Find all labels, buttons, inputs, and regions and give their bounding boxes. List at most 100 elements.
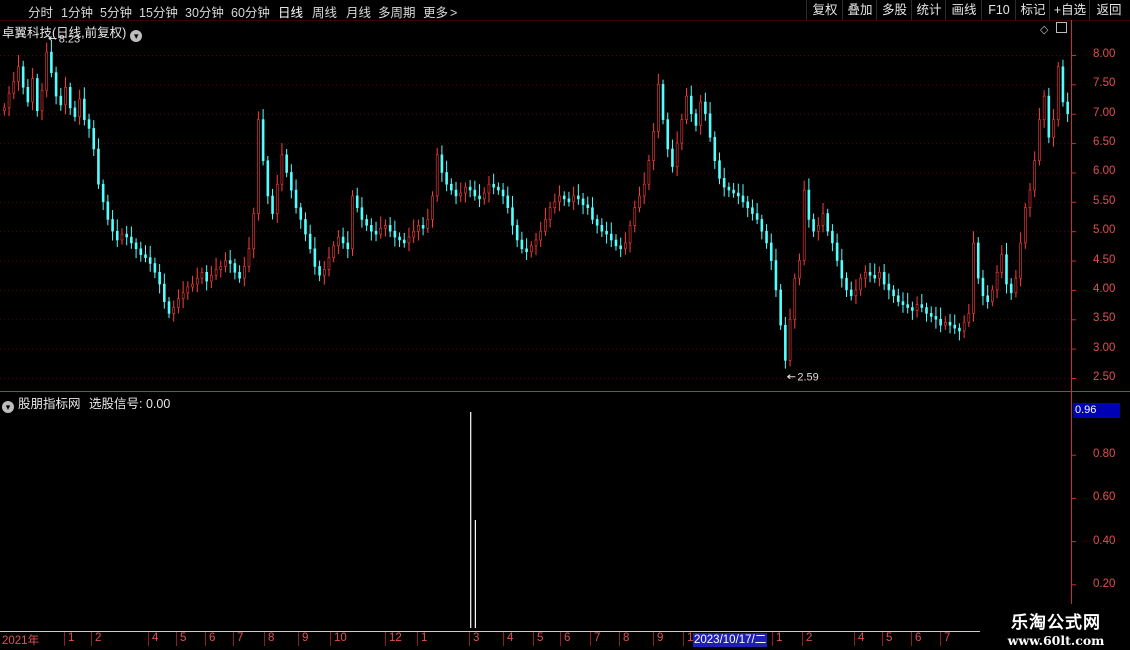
- watermark: 乐淘公式网 www.60lt.com: [982, 604, 1130, 650]
- candle-body: [365, 219, 368, 226]
- candle-body: [111, 219, 114, 232]
- candle-body: [1033, 160, 1037, 191]
- candle-body: [798, 260, 801, 279]
- candle-body: [482, 192, 486, 200]
- candle-body: [1052, 119, 1055, 138]
- candle-body: [1009, 283, 1013, 294]
- candle-body: [431, 195, 434, 220]
- candle-body: [948, 321, 952, 326]
- date-tick: 10: [334, 632, 347, 644]
- candle-body: [440, 154, 444, 173]
- candle-body: [210, 274, 213, 282]
- price-tick-label: 7.50: [1093, 77, 1116, 90]
- date-tick: 2021年: [2, 635, 40, 647]
- candle-body: [191, 283, 194, 288]
- candle-body: [868, 271, 872, 276]
- candle-body: [911, 307, 914, 311]
- date-tick: 7: [944, 632, 951, 644]
- date-separator: [802, 632, 803, 646]
- candle-body: [511, 207, 514, 226]
- candle-body: [562, 195, 566, 200]
- candle-body: [257, 119, 260, 214]
- date-tick: 5: [180, 632, 187, 644]
- date-separator: [619, 632, 620, 646]
- candle-body: [906, 304, 909, 308]
- candle-body: [548, 207, 552, 220]
- candle-body: [525, 248, 528, 253]
- candle-body: [1000, 254, 1004, 273]
- candle-body: [732, 189, 735, 194]
- price-tick-label: 5.50: [1093, 194, 1116, 207]
- candle-body: [40, 89, 44, 112]
- price-tick-label: 4.50: [1093, 253, 1116, 266]
- candle-body: [73, 107, 77, 117]
- candle-body: [784, 324, 787, 361]
- candle-body: [487, 183, 491, 194]
- candle-body: [737, 192, 740, 197]
- candle-body: [1028, 189, 1032, 208]
- candle-body: [181, 292, 185, 300]
- candle-body: [233, 263, 237, 273]
- candle-body: [101, 183, 105, 203]
- candle-body: [459, 192, 463, 197]
- candle-body: [572, 195, 575, 203]
- candle-body: [120, 233, 124, 241]
- candle-body: [492, 183, 495, 188]
- candle-body: [332, 245, 335, 258]
- candle-body: [939, 318, 942, 326]
- date-tick: 6: [915, 632, 922, 644]
- candle-body: [840, 260, 844, 279]
- candle-body: [671, 148, 674, 167]
- candle-body: [87, 119, 91, 129]
- candle-body: [741, 195, 745, 203]
- candle-body: [473, 189, 477, 197]
- candle-body: [539, 230, 543, 241]
- candle-body: [285, 154, 288, 173]
- date-tick: 8: [623, 632, 630, 644]
- candle-body: [163, 283, 166, 302]
- date-separator: [911, 632, 912, 646]
- candle-body: [929, 313, 933, 317]
- candle-body: [12, 81, 16, 94]
- candle-body: [242, 266, 246, 279]
- candle-body: [967, 313, 971, 323]
- candle-body: [746, 201, 750, 208]
- candle-body: [1056, 66, 1060, 120]
- price-tick-label: 8.00: [1093, 48, 1116, 60]
- date-separator: [385, 632, 386, 646]
- candle-body: [577, 195, 580, 200]
- candle-body: [158, 271, 161, 285]
- price-tick-label: 6.00: [1093, 165, 1116, 178]
- candle-body: [370, 225, 373, 232]
- candle-body: [788, 318, 792, 361]
- date-tick: 1: [687, 632, 694, 644]
- date-separator: [205, 632, 206, 646]
- candlestick-chart[interactable]: 8.23 2.59: [0, 0, 1130, 392]
- candle-body: [167, 301, 171, 314]
- candle-body: [7, 92, 11, 109]
- date-separator: [330, 632, 331, 646]
- candle-body: [195, 277, 199, 285]
- candle-body: [591, 207, 594, 220]
- candle-body: [859, 277, 862, 291]
- candle-body: [327, 257, 331, 270]
- candle-body: [290, 172, 293, 191]
- candle-body: [78, 98, 81, 117]
- candle-body: [64, 87, 67, 106]
- date-tick: 4: [507, 632, 514, 644]
- date-tick: 12: [389, 632, 402, 644]
- indicator-tick-label: 0.20: [1093, 577, 1116, 590]
- candle-body: [148, 257, 152, 264]
- candle-body: [553, 201, 557, 208]
- indicator-chart[interactable]: [0, 392, 1130, 632]
- date-separator: [560, 632, 561, 646]
- candle-body: [407, 236, 411, 244]
- candle-body: [35, 78, 39, 112]
- candle-body: [995, 271, 999, 291]
- candle-body: [704, 101, 707, 115]
- candle-body: [708, 113, 712, 138]
- date-separator: [503, 632, 504, 646]
- price-tick-label: 6.50: [1093, 136, 1116, 149]
- candle-body: [972, 242, 975, 314]
- indicator-tick-label: 0.60: [1093, 491, 1116, 504]
